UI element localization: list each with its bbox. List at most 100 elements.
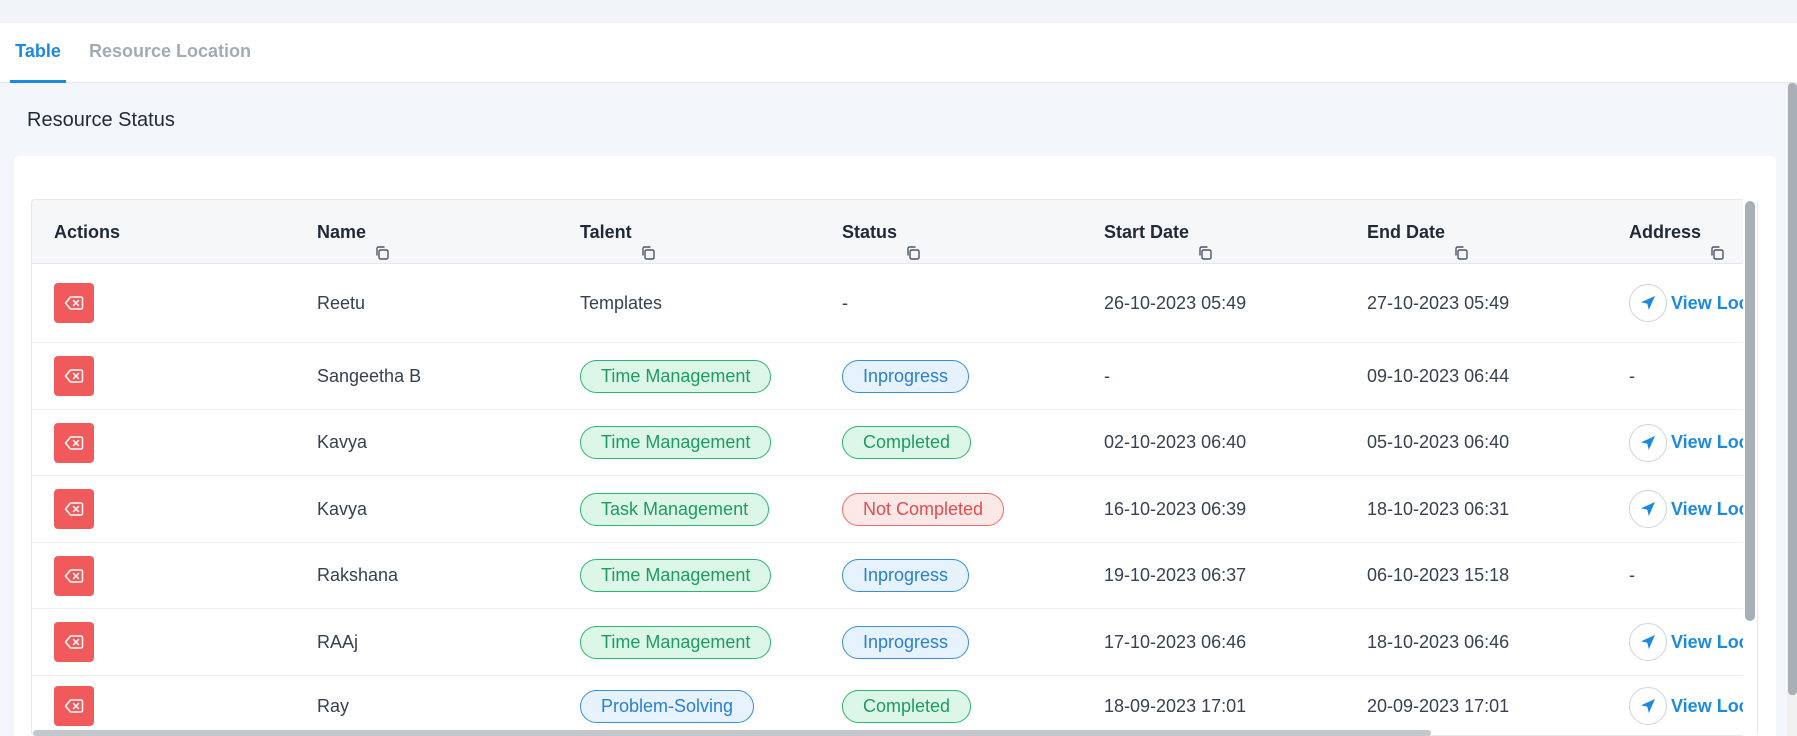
cell-talent: Time Management [580, 543, 772, 608]
table-row: Kavya Task Management Not Completed 16-10-2… [32, 476, 1757, 543]
start-date: 17-10-2023 06:46 [1104, 631, 1247, 652]
delete-button[interactable] [54, 283, 94, 323]
page-scroll-thumb[interactable] [1788, 83, 1797, 695]
navigation-arrow-icon [1629, 284, 1667, 322]
cell-actions [54, 543, 94, 608]
table-row: RAAj Time Management Inprogress 17-10-2023 … [32, 609, 1757, 676]
copy-icon[interactable] [905, 223, 921, 260]
table-row: Kavya Time Management Completed 02-10-2023 … [32, 410, 1757, 476]
cell-name: Ray [317, 676, 349, 735]
column-header-start-date: Start Date [1104, 200, 1213, 264]
copy-icon[interactable] [1197, 223, 1213, 260]
cell-talent: Task Management [580, 476, 770, 542]
resource-name: Sangeetha B [317, 365, 422, 386]
cell-address: - [1629, 543, 1635, 608]
talent-text: Templates [580, 292, 663, 313]
address-text: - [1629, 565, 1635, 585]
view-location-label: View Loc [1671, 631, 1749, 652]
cell-actions [54, 476, 94, 542]
view-location-link[interactable]: View Loc [1629, 284, 1749, 322]
status-badge: Inprogress [842, 625, 970, 659]
cell-actions [54, 343, 94, 409]
end-date: 18-10-2023 06:46 [1367, 631, 1510, 652]
end-date: 20-09-2023 17:01 [1367, 695, 1510, 716]
resource-name: Kavya [317, 498, 368, 519]
table-row: Reetu Templates - 26-10-2023 05:49 27-10-202… [32, 264, 1757, 343]
cell-end-date: 18-10-2023 06:46 [1367, 609, 1509, 675]
delete-button[interactable] [54, 622, 94, 662]
copy-icon[interactable] [374, 223, 390, 260]
cell-status: Inprogress [842, 343, 970, 409]
copy-icon[interactable] [1453, 223, 1469, 260]
cell-talent: Time Management [580, 410, 772, 475]
view-location-link[interactable]: View Loc [1629, 490, 1749, 528]
table-row: Sangeetha B Time Management Inprogress - 09-… [32, 343, 1757, 410]
view-location-link[interactable]: View Loc [1629, 423, 1749, 462]
status-text: - [842, 292, 848, 313]
cell-status: Inprogress [842, 609, 970, 675]
start-date: - [1104, 365, 1110, 386]
talent-badge: Time Management [580, 625, 772, 659]
navigation-arrow-icon [1629, 687, 1667, 725]
cell-start-date: 16-10-2023 06:39 [1104, 476, 1246, 542]
cell-status: Not Completed [842, 476, 1005, 542]
start-date: 16-10-2023 06:39 [1104, 498, 1247, 519]
cell-address: View Loc [1629, 264, 1749, 342]
table-horizontal-scroll-thumb[interactable] [33, 730, 1431, 736]
navigation-arrow-icon [1629, 623, 1667, 661]
cell-end-date: 05-10-2023 06:40 [1367, 410, 1509, 475]
delete-button[interactable] [54, 489, 94, 529]
cell-actions [54, 609, 94, 675]
delete-button[interactable] [54, 422, 94, 463]
start-date: 19-10-2023 06:37 [1104, 565, 1247, 585]
tab-table[interactable]: Table [10, 23, 66, 83]
cell-status: - [842, 264, 848, 342]
view-location-link[interactable]: View Loc [1629, 687, 1749, 725]
delete-button[interactable] [54, 686, 94, 726]
tab-resource-location[interactable]: Resource Location [89, 23, 251, 83]
cell-talent: Templates [580, 264, 662, 342]
column-header-name: Name [317, 200, 390, 264]
navigation-arrow-icon [1629, 423, 1667, 462]
view-location-label: View Loc [1671, 498, 1749, 519]
end-date: 05-10-2023 06:40 [1367, 432, 1510, 452]
column-header-talent: Talent [580, 200, 656, 264]
copy-icon[interactable] [1709, 223, 1725, 260]
table-vertical-scroll-thumb[interactable] [1745, 201, 1755, 621]
page-title: Resource Status [27, 109, 175, 131]
delete-button[interactable] [54, 555, 94, 596]
talent-badge: Time Management [580, 359, 772, 393]
view-location-label: View Loc [1671, 292, 1749, 313]
table-row: Ray Problem-Solving Completed 18-09-2023 17… [32, 676, 1757, 735]
cell-start-date: 26-10-2023 05:49 [1104, 264, 1246, 342]
cell-actions [54, 676, 94, 735]
start-date: 02-10-2023 06:40 [1104, 432, 1247, 452]
cell-name: Reetu [317, 264, 365, 342]
backspace-delete-icon [64, 634, 84, 650]
cell-start-date: 02-10-2023 06:40 [1104, 410, 1246, 475]
cell-actions [54, 264, 94, 342]
resource-name: Kavya [317, 432, 368, 452]
column-header-address: Address [1629, 200, 1725, 264]
backspace-delete-icon [64, 568, 84, 584]
view-location-label: View Loc [1671, 695, 1749, 716]
view-location-link[interactable]: View Loc [1629, 623, 1749, 661]
navigation-arrow-icon [1629, 490, 1667, 528]
cell-talent: Time Management [580, 609, 772, 675]
cell-address: View Loc [1629, 609, 1749, 675]
delete-button[interactable] [54, 356, 94, 396]
cell-address: View Loc [1629, 676, 1749, 735]
talent-badge: Problem-Solving [580, 689, 755, 723]
table-row: Rakshana Time Management Inprogress 19-10-2… [32, 543, 1757, 609]
copy-icon[interactable] [640, 223, 656, 260]
status-badge: Inprogress [842, 559, 970, 592]
cell-status: Completed [842, 676, 972, 735]
cell-actions [54, 410, 94, 475]
cell-start-date: - [1104, 343, 1110, 409]
cell-start-date: 19-10-2023 06:37 [1104, 543, 1246, 608]
cell-status: Completed [842, 410, 972, 475]
column-header-actions: Actions [54, 222, 121, 242]
cell-name: Rakshana [317, 543, 398, 608]
column-header-status: Status [842, 200, 921, 264]
talent-badge: Task Management [580, 492, 770, 526]
